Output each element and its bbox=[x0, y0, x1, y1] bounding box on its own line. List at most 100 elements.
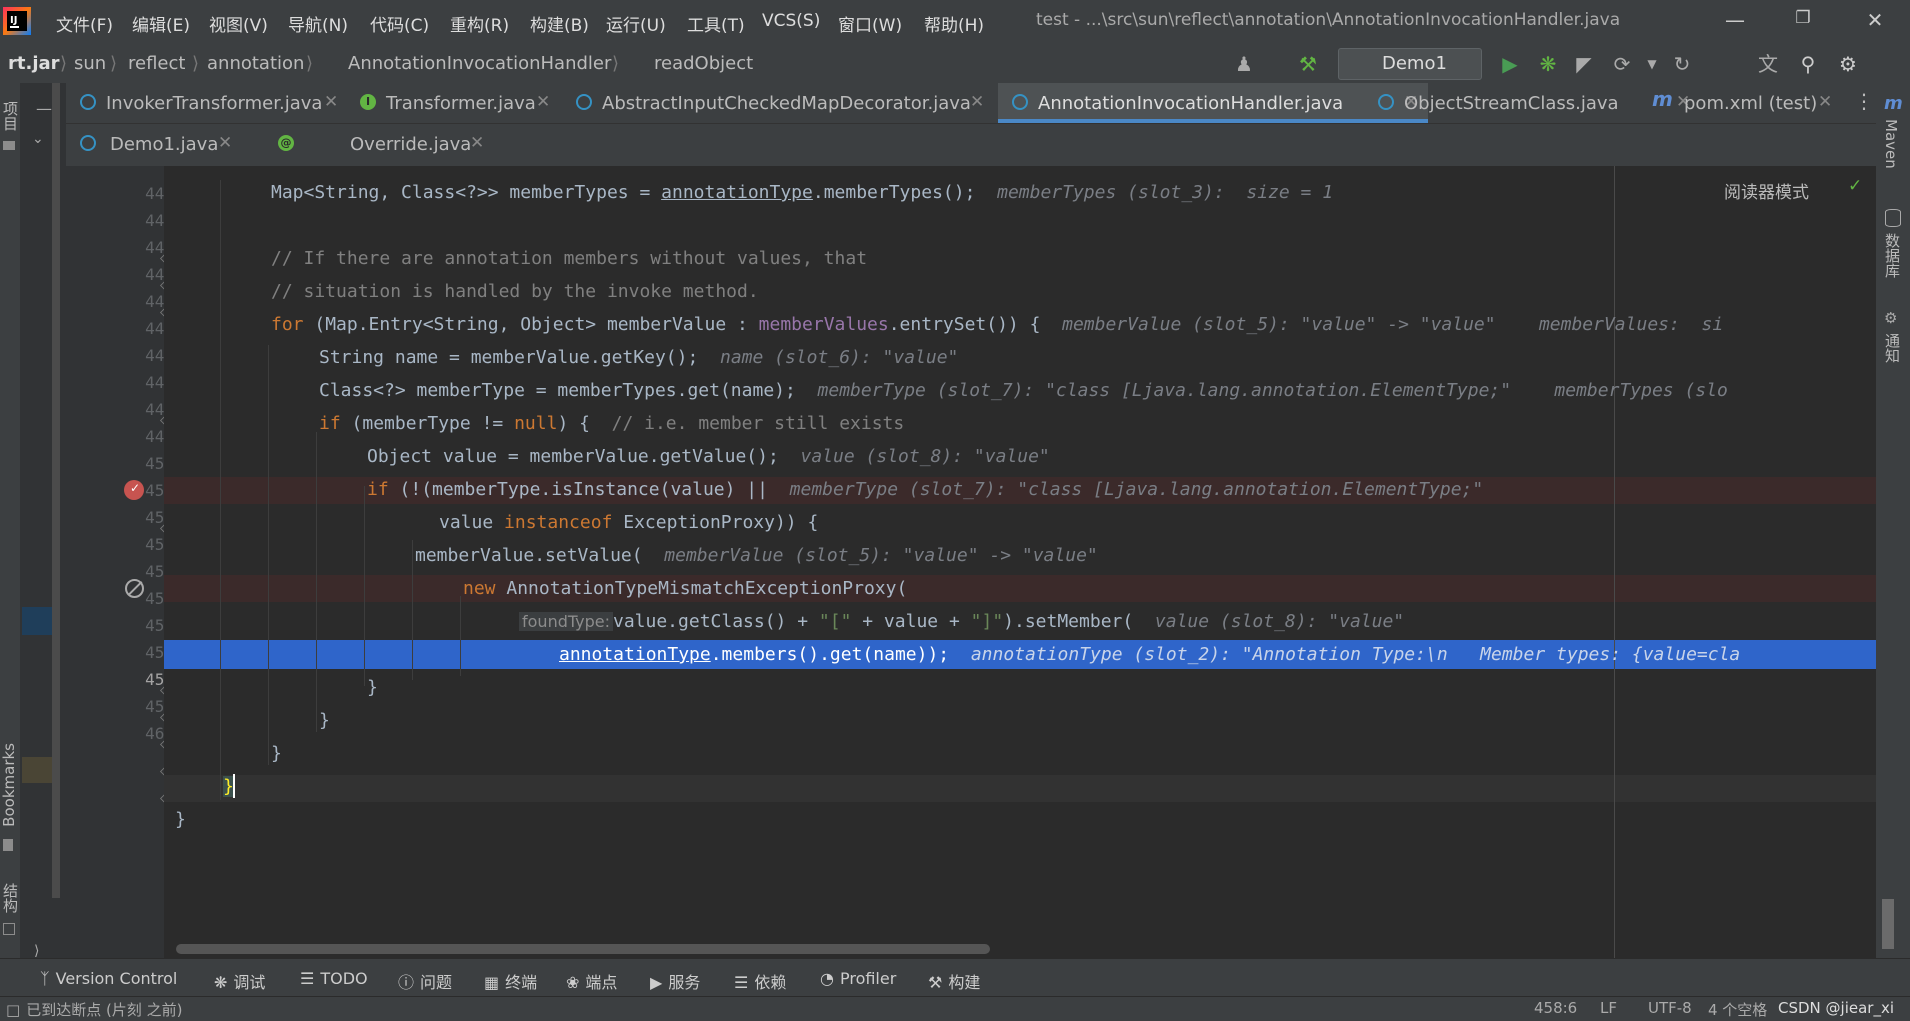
close-icon[interactable]: ✕ bbox=[970, 92, 984, 112]
caret-position[interactable]: 458:6 bbox=[1534, 999, 1577, 1017]
disabled-breakpoint-icon[interactable] bbox=[125, 579, 144, 598]
dependencies-tool-button[interactable]: ☰ 依赖 bbox=[734, 969, 786, 993]
coverage-icon[interactable]: ◤ bbox=[1572, 52, 1596, 76]
indent-guide bbox=[412, 540, 413, 680]
horizontal-scrollbar-thumb[interactable] bbox=[176, 944, 990, 954]
menu-run[interactable]: 运行(U) bbox=[606, 11, 666, 36]
chevron-right-icon: ⟩ bbox=[110, 53, 118, 74]
editor-tabs-row-2: Demo1.java ✕ @ Override.java ✕ bbox=[66, 124, 1876, 167]
close-window-icon[interactable]: ✕ bbox=[1860, 8, 1890, 34]
structure-tool-button[interactable]: 结构 bbox=[0, 883, 21, 913]
search-icon[interactable]: ⚲ bbox=[1796, 52, 1820, 76]
close-icon[interactable]: ✕ bbox=[324, 92, 338, 112]
tool-window-bar: ᛉ Version Control ❋ 调试 ☰ TODO ⓘ 问题 ▦ 终端 ❀ 端点 ▶… bbox=[0, 958, 1910, 997]
translate-icon[interactable]: 文 bbox=[1756, 52, 1780, 76]
gear-icon[interactable]: ⚙ bbox=[1836, 52, 1860, 76]
close-icon[interactable]: ✕ bbox=[218, 133, 232, 153]
maven-icon: m bbox=[1652, 87, 1673, 111]
run-icon[interactable]: ▶ bbox=[1498, 52, 1522, 76]
close-icon[interactable]: ✕ bbox=[1818, 92, 1832, 112]
tab-pom-xml[interactable]: m pom.xml (test) ✕ bbox=[1644, 83, 1884, 121]
left-tool-strip: 项目 Bookmarks 结构 bbox=[0, 83, 21, 958]
notifications-bell-icon: ⚙ bbox=[1884, 309, 1898, 327]
breakpoint-icon[interactable]: ✓ bbox=[124, 480, 144, 500]
debug-tool-button[interactable]: ❋ 调试 bbox=[214, 969, 265, 993]
indent-settings[interactable]: 4 个空格 bbox=[1708, 999, 1767, 1020]
menu-build[interactable]: 构建(B) bbox=[530, 11, 589, 36]
indent-guide bbox=[268, 345, 269, 765]
menu-refactor[interactable]: 重构(R) bbox=[450, 11, 509, 36]
panel-divider[interactable] bbox=[52, 83, 60, 898]
profiler-tool-button[interactable]: ◔ Profiler bbox=[820, 969, 896, 988]
reader-mode-button[interactable]: 阅读器模式 bbox=[1724, 178, 1809, 203]
database-tool-button[interactable]: 数据库 bbox=[1882, 233, 1903, 278]
chevron-right-icon: ⟩ bbox=[60, 53, 68, 74]
profiler-icon: ◔ bbox=[820, 969, 834, 988]
maven-tool-button[interactable]: Maven bbox=[1882, 119, 1900, 169]
chevron-down-icon[interactable]: ▼ bbox=[1640, 52, 1664, 76]
file-encoding[interactable]: UTF-8 bbox=[1648, 999, 1692, 1017]
indent-guide bbox=[460, 596, 461, 676]
chevron-right-icon[interactable]: ⟩ bbox=[34, 943, 39, 959]
endpoints-tool-button[interactable]: ❀ 端点 bbox=[566, 969, 617, 993]
code-line-459: } bbox=[175, 809, 186, 830]
close-icon[interactable]: ✕ bbox=[536, 92, 550, 112]
tab-label: AbstractInputCheckedMapDecorator.java bbox=[602, 93, 971, 114]
breadcrumb-jar[interactable]: rt.jar bbox=[8, 53, 60, 74]
menu-window[interactable]: 窗口(W) bbox=[838, 11, 902, 36]
code-line-440: Map<String, Class<?>> memberTypes = anno… bbox=[271, 182, 1334, 203]
project-tool-button[interactable]: 项目 bbox=[0, 101, 21, 131]
run-configuration-label: Demo1 bbox=[1382, 53, 1447, 74]
checkmark-icon: ✓ bbox=[130, 481, 141, 495]
breadcrumb-method[interactable]: readObject bbox=[654, 53, 753, 74]
chevron-down-icon[interactable]: ⌄ bbox=[32, 131, 44, 147]
notifications-tool-button[interactable]: 通知 bbox=[1882, 333, 1903, 363]
code-line-444: for (Map.Entry<String, Object> memberVal… bbox=[271, 314, 1724, 335]
minimize-icon[interactable]: — bbox=[1720, 8, 1750, 34]
more-tabs-icon[interactable]: ⋮ bbox=[1854, 89, 1874, 113]
menu-file[interactable]: 文件(F) bbox=[56, 11, 113, 36]
code-line-447: if (memberType != null) { // i.e. member… bbox=[319, 413, 905, 434]
bookmarks-tool-button[interactable]: Bookmarks bbox=[0, 743, 18, 827]
tab-label: Override.java bbox=[350, 134, 472, 155]
services-icon: ▶ bbox=[650, 973, 663, 992]
line-separator[interactable]: LF bbox=[1600, 999, 1617, 1017]
tab-override[interactable]: @ Override.java ✕ bbox=[254, 124, 484, 162]
breadcrumb-package-reflect[interactable]: reflect bbox=[128, 53, 185, 74]
breadcrumb-class[interactable]: AnnotationInvocationHandler bbox=[348, 53, 611, 74]
inspection-ok-icon[interactable]: ✓ bbox=[1848, 176, 1862, 196]
indent-guide bbox=[364, 486, 365, 686]
close-icon[interactable]: ✕ bbox=[470, 133, 484, 153]
tab-demo1[interactable]: Demo1.java ✕ bbox=[66, 124, 246, 162]
menu-code[interactable]: 代码(C) bbox=[370, 11, 429, 36]
class-icon bbox=[1378, 94, 1394, 110]
tab-abstractinputcheckedmapdecorator[interactable]: AbstractInputCheckedMapDecorator.java ✕ bbox=[562, 83, 992, 121]
menu-navigate[interactable]: 导航(N) bbox=[288, 11, 348, 36]
services-tool-button[interactable]: ▶ 服务 bbox=[650, 969, 700, 993]
debug-bug-icon[interactable]: ❋ bbox=[1536, 52, 1560, 76]
minimize-panel-icon[interactable]: — bbox=[36, 99, 52, 118]
menu-tools[interactable]: 工具(T) bbox=[687, 11, 745, 36]
breadcrumb-package-sun[interactable]: sun bbox=[74, 53, 106, 74]
build-hammer-icon[interactable]: ⚒ bbox=[1296, 52, 1320, 76]
version-control-tool-button[interactable]: ᛉ Version Control bbox=[40, 969, 177, 988]
tab-invokertransformer[interactable]: InvokerTransformer.java ✕ bbox=[66, 83, 344, 121]
menu-edit[interactable]: 编辑(E) bbox=[132, 11, 190, 36]
build-tool-button[interactable]: ⚒ 构建 bbox=[928, 969, 980, 993]
attach-debugger-icon[interactable]: ↻ bbox=[1670, 52, 1694, 76]
current-line-marker bbox=[22, 757, 52, 783]
breadcrumb-package-annotation[interactable]: annotation bbox=[207, 53, 304, 74]
todo-tool-button[interactable]: ☰ TODO bbox=[300, 969, 368, 988]
intellij-logo-icon[interactable]: IJ bbox=[2, 6, 32, 36]
menu-vcs[interactable]: VCS(S) bbox=[762, 11, 820, 31]
list-icon: ☰ bbox=[300, 969, 315, 988]
terminal-tool-button[interactable]: ▦ 终端 bbox=[484, 969, 537, 993]
menu-help[interactable]: 帮助(H) bbox=[924, 11, 984, 36]
user-icon[interactable]: ♟ bbox=[1232, 52, 1256, 76]
tab-label: AnnotationInvocationHandler.java bbox=[1038, 93, 1344, 114]
restore-icon[interactable]: ❐ bbox=[1788, 8, 1818, 34]
profile-icon[interactable]: ⟳ bbox=[1610, 52, 1634, 76]
problems-tool-button[interactable]: ⓘ 问题 bbox=[398, 969, 452, 993]
vertical-scrollbar-thumb[interactable] bbox=[1882, 899, 1894, 949]
menu-view[interactable]: 视图(V) bbox=[209, 11, 268, 36]
